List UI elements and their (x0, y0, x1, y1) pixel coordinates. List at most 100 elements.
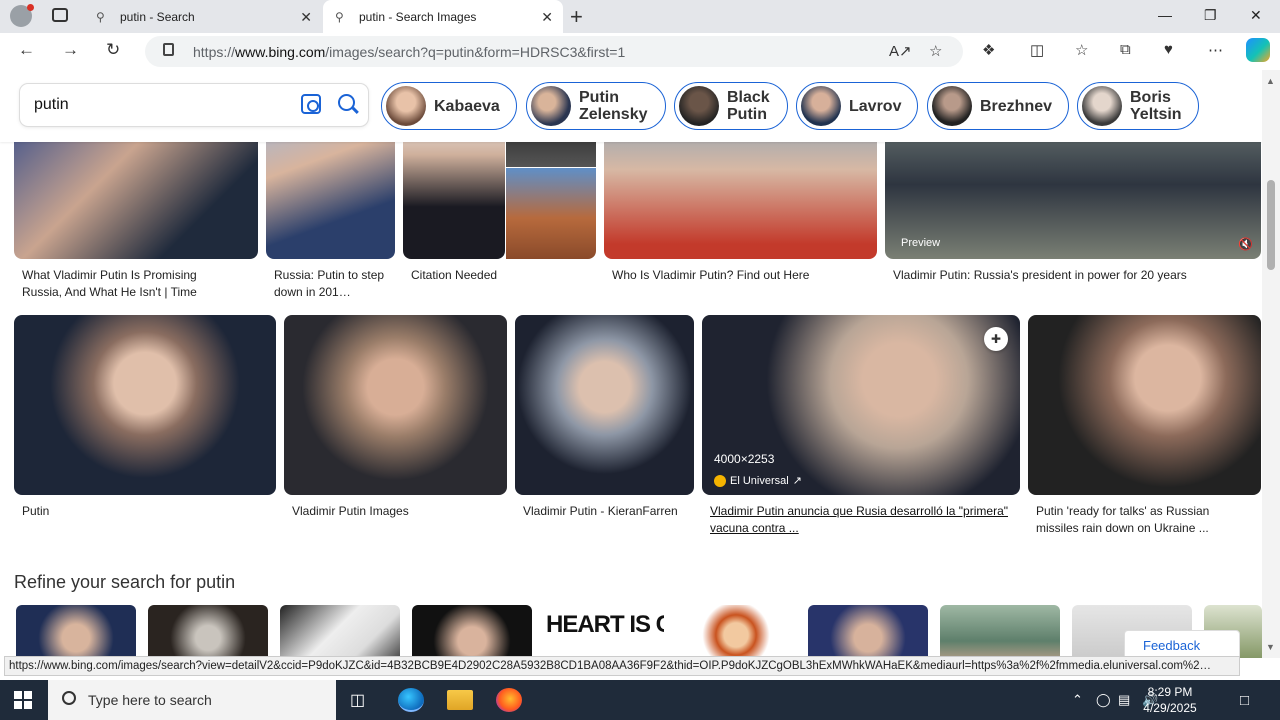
refresh-icon[interactable]: ↻ (106, 40, 120, 60)
feedback-label: Feedback (1143, 638, 1201, 653)
more-menu-icon[interactable]: ⋯ (1208, 41, 1223, 59)
favorites-icon[interactable]: ☆ (1075, 41, 1088, 59)
result-caption[interactable]: Putin (22, 503, 262, 520)
source-logo-icon (714, 474, 726, 487)
forward-icon[interactable]: → (62, 40, 79, 60)
result-caption[interactable]: Citation Needed (411, 267, 591, 284)
search-icon (62, 691, 76, 705)
result-image[interactable] (14, 315, 276, 495)
profile-avatar[interactable] (10, 4, 34, 27)
feedback-button[interactable]: Feedback (1124, 630, 1240, 658)
chip-putin-zelensky[interactable]: Putin Zelensky (526, 82, 666, 130)
chip-boris-yeltsin[interactable]: Boris Yeltsin (1077, 82, 1199, 130)
mute-icon[interactable]: 🔇 (1238, 237, 1253, 251)
tab-strip: ⚲ putin - Search ✕ ⚲ putin - Search Imag… (0, 0, 1280, 33)
chip-lavrov[interactable]: Lavrov (796, 82, 918, 130)
result-caption[interactable]: Who Is Vladimir Putin? Find out Here (612, 267, 872, 284)
close-tab-icon[interactable]: ✕ (541, 9, 553, 26)
chip-black-putin[interactable]: Black Putin (674, 82, 788, 130)
tab-actions-icon[interactable] (52, 8, 68, 22)
result-caption[interactable]: What Vladimir Putin Is Promising Russia,… (22, 267, 232, 301)
extensions-icon[interactable]: ❖ (982, 41, 995, 59)
new-tab-button[interactable]: + (570, 4, 583, 30)
split-screen-icon[interactable]: ◫ (1030, 41, 1044, 59)
tab-title: putin - Search Images (359, 9, 477, 24)
search-favicon-icon: ⚲ (96, 9, 105, 24)
search-icon[interactable] (338, 94, 355, 111)
search-favicon-icon: ⚲ (335, 9, 344, 24)
scroll-up-icon[interactable]: ▲ (1266, 76, 1275, 86)
close-window-icon[interactable]: ✕ (1250, 7, 1262, 24)
avatar (679, 86, 719, 126)
notifications-icon[interactable]: □ (1240, 692, 1249, 709)
back-icon[interactable]: ← (18, 40, 35, 60)
search-input[interactable] (34, 94, 284, 116)
avatar (531, 86, 571, 126)
page-content: Kabaeva Putin Zelensky Black Putin Lavro… (0, 70, 1262, 658)
image-source[interactable]: El Universal ↗ (714, 474, 802, 487)
result-caption[interactable]: Vladimir Putin - KieranFarren (523, 503, 691, 520)
add-to-collection-icon[interactable]: ✚ (984, 327, 1008, 351)
tab-putin-search[interactable]: ⚲ putin - Search ✕ (84, 0, 322, 33)
page-scrollbar[interactable]: ▲ ▼ (1262, 70, 1280, 658)
browser-essentials-icon[interactable]: ♥ (1164, 41, 1173, 58)
address-bar[interactable]: https://www.bing.com/images/search?q=put… (145, 36, 963, 67)
search-header: Kabaeva Putin Zelensky Black Putin Lavro… (0, 70, 1262, 142)
clock[interactable]: 8:29 PM 4/29/2025 (1140, 684, 1200, 716)
chip-kabaeva[interactable]: Kabaeva (381, 82, 517, 130)
refine-thumb[interactable] (808, 605, 928, 658)
task-view-icon[interactable]: ◫ (350, 690, 365, 710)
visual-search-icon[interactable] (301, 94, 321, 114)
lock-icon[interactable] (163, 43, 174, 56)
preview-label: Preview (901, 237, 941, 249)
firefox-icon[interactable] (496, 688, 522, 712)
result-caption[interactable]: Vladimir Putin anuncia que Rusia desarro… (710, 503, 1010, 537)
windows-start-icon[interactable] (14, 691, 32, 709)
avatar (801, 86, 841, 126)
avatar (932, 86, 972, 126)
close-tab-icon[interactable]: ✕ (300, 9, 312, 26)
result-caption[interactable]: Vladimir Putin: Russia's president in po… (893, 267, 1253, 284)
refine-thumb[interactable] (676, 605, 796, 658)
restore-icon[interactable]: ❐ (1204, 7, 1217, 24)
result-image[interactable] (515, 315, 694, 495)
refine-heading: Refine your search for putin (14, 572, 236, 592)
network-icon[interactable]: ▤ (1118, 692, 1130, 708)
avatar (1082, 86, 1122, 126)
taskbar: Type here to search ◫ ⌃ ◯ ▤ 🔊 8:29 PM 4/… (0, 680, 1280, 720)
result-caption[interactable]: Russia: Putin to step down in 201… (274, 267, 386, 301)
meet-now-icon[interactable]: ◯ (1096, 692, 1111, 708)
refine-thumb[interactable] (16, 605, 136, 658)
tab-title: putin - Search (120, 9, 195, 24)
external-link-icon: ↗ (792, 475, 802, 487)
status-url: https://www.bing.com/images/search?view=… (4, 656, 1240, 676)
result-caption[interactable]: Putin 'ready for talks' as Russian missi… (1036, 503, 1246, 537)
scroll-down-icon[interactable]: ▼ (1266, 642, 1275, 652)
refine-thumb[interactable] (148, 605, 268, 658)
result-caption[interactable]: Vladimir Putin Images (292, 503, 502, 520)
scroll-thumb[interactable] (1267, 180, 1275, 270)
chip-brezhnev[interactable]: Brezhnev (927, 82, 1069, 130)
search-box[interactable] (20, 84, 368, 126)
favorite-star-icon[interactable]: ☆ (929, 42, 942, 60)
result-image[interactable] (506, 168, 596, 259)
refine-thumb[interactable]: HEART IS CO (544, 605, 664, 658)
result-image-hovered[interactable]: ✚ 4000×2253 El Universal ↗ (702, 315, 1020, 495)
url-text[interactable]: https://www.bing.com/images/search?q=put… (193, 44, 625, 60)
edge-icon[interactable] (398, 688, 424, 712)
file-explorer-icon[interactable] (447, 690, 473, 710)
read-aloud-icon[interactable]: A↗ (889, 42, 912, 60)
result-image[interactable] (284, 315, 507, 495)
result-image[interactable] (1028, 315, 1261, 495)
image-dimensions: 4000×2253 (714, 452, 775, 466)
refine-thumb[interactable] (280, 605, 400, 658)
collections-icon[interactable]: ⧉ (1120, 41, 1131, 58)
minimize-icon[interactable]: — (1158, 7, 1172, 23)
copilot-icon[interactable] (1246, 38, 1270, 62)
refine-thumb[interactable] (940, 605, 1060, 658)
avatar (386, 86, 426, 126)
refine-thumb[interactable] (412, 605, 532, 658)
chevron-up-icon[interactable]: ⌃ (1072, 692, 1083, 708)
tab-putin-images[interactable]: ⚲ putin - Search Images ✕ (323, 0, 563, 33)
taskbar-search[interactable]: Type here to search (48, 680, 336, 720)
